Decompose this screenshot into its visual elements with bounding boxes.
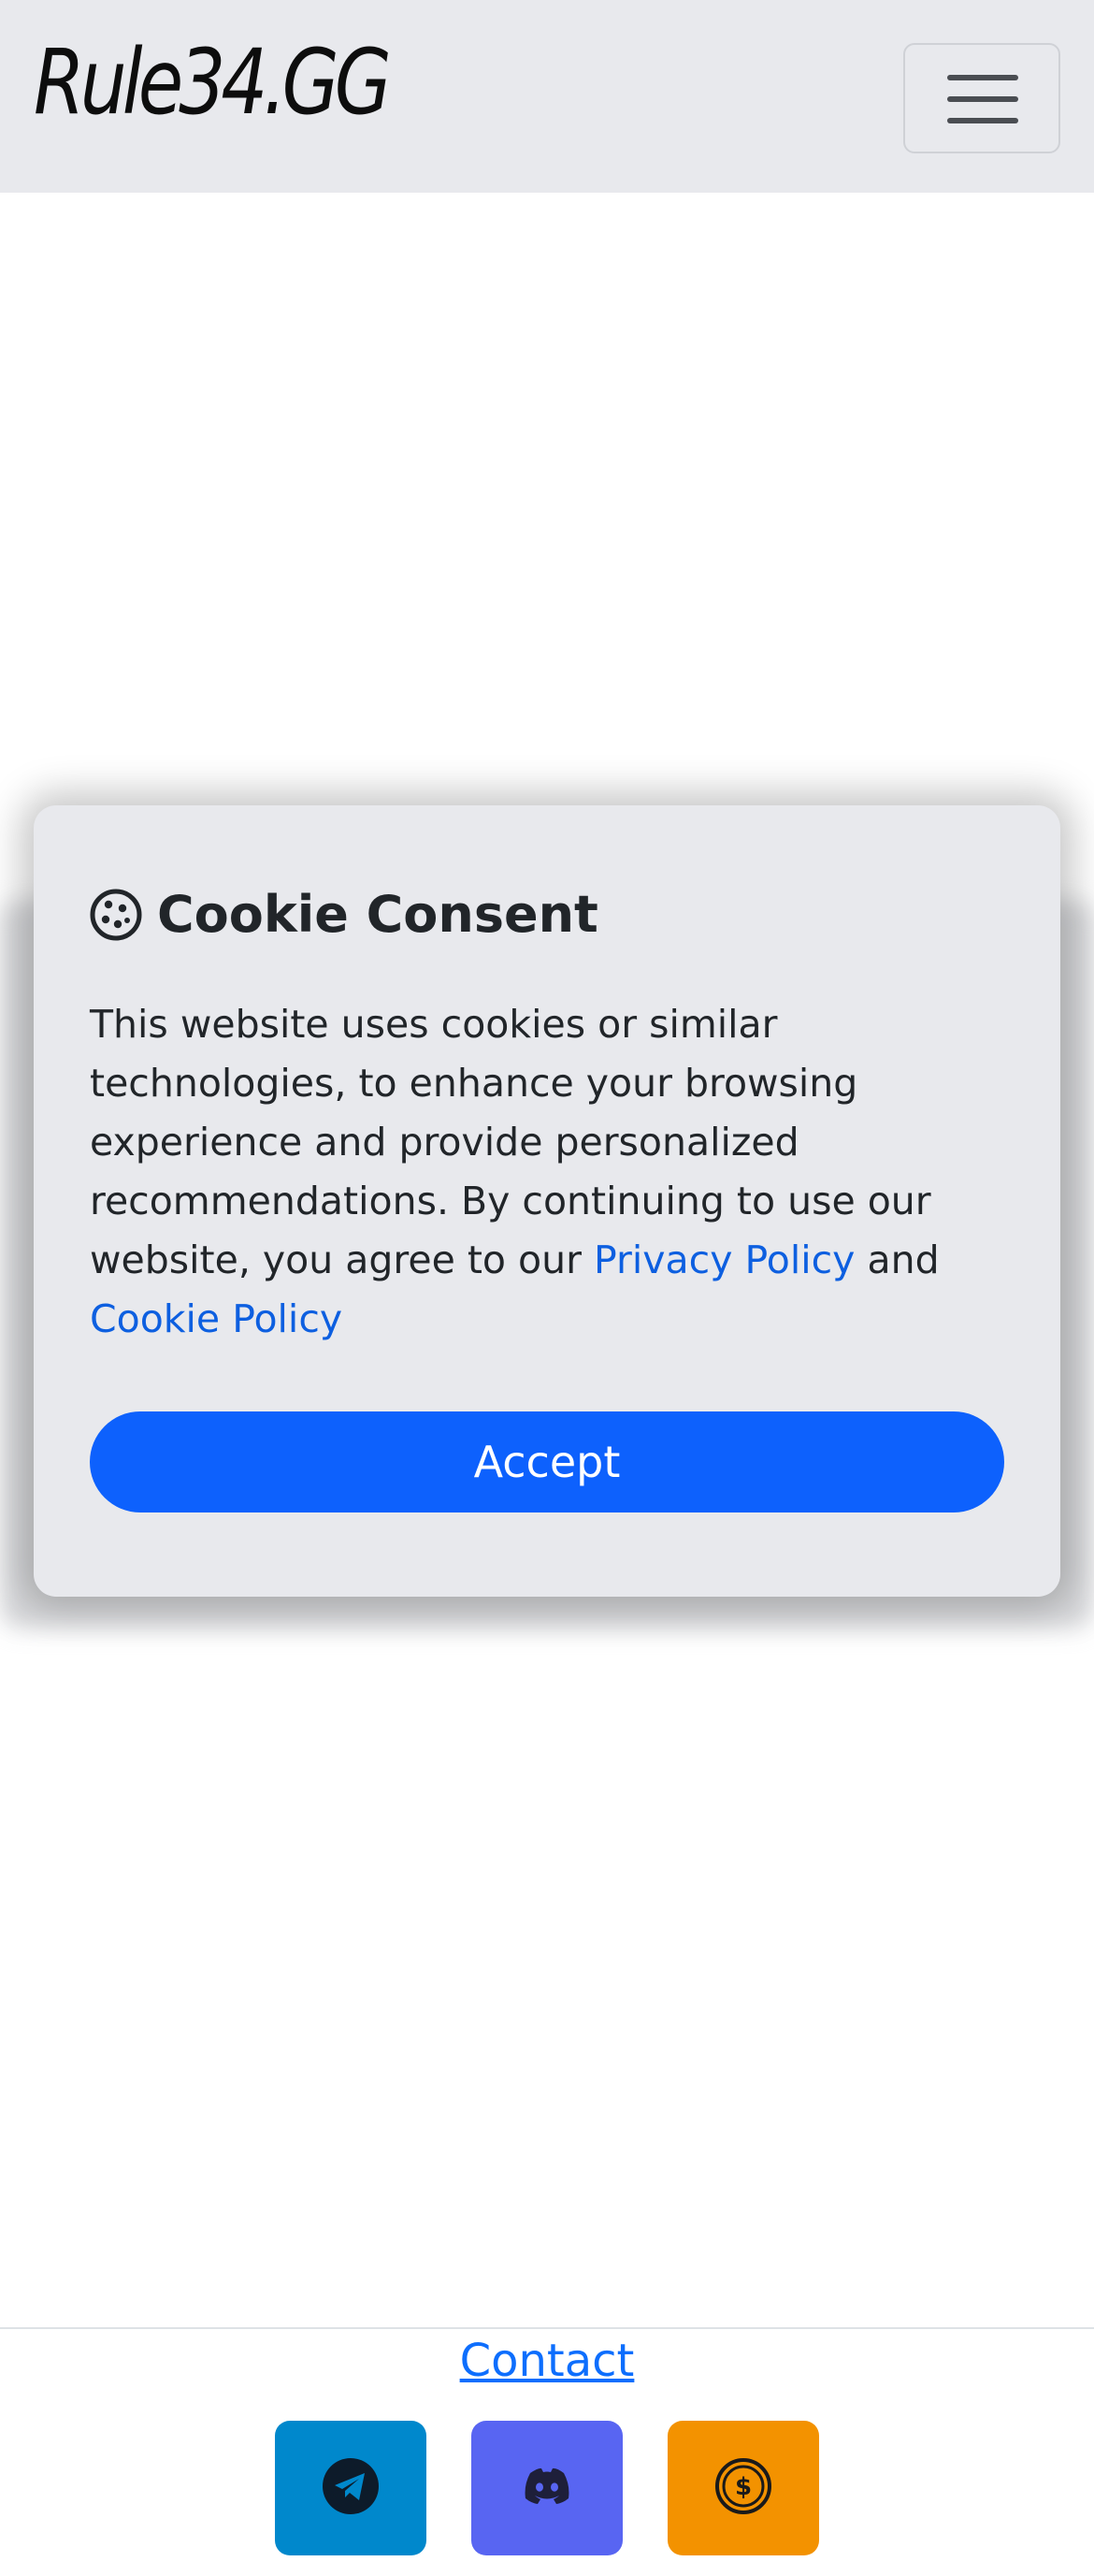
telegram-icon [322,2457,380,2519]
discord-button[interactable] [471,2421,623,2555]
page: Rule34.GG Cookie Consent This website us… [0,0,1094,2576]
site-logo[interactable]: Rule34.GG [34,37,392,127]
cookie-consent-message: This website uses cookies or similar tec… [90,995,1025,1349]
privacy-policy-link[interactable]: Privacy Policy [594,1237,855,1282]
cookie-title-text: Cookie Consent [157,885,598,944]
cookie-icon [90,889,142,941]
menu-toggle-button[interactable] [903,43,1060,153]
cookie-consent-modal: Cookie Consent This website uses cookies… [34,805,1060,1597]
telegram-button[interactable] [275,2421,426,2555]
accept-cookies-button[interactable]: Accept [90,1411,1004,1512]
dollar-coin-icon: $ [714,2457,772,2519]
contact-link[interactable]: Contact [0,2335,1094,2387]
cookie-body-conjunction: and [867,1237,940,1282]
footer: Contact $ [0,2327,1094,2576]
cookie-policy-link[interactable]: Cookie Policy [90,1296,342,1341]
donate-button[interactable]: $ [668,2421,819,2555]
svg-text:$: $ [735,2473,752,2501]
navbar: Rule34.GG [0,0,1094,193]
hamburger-menu-icon [947,73,1018,125]
discord-icon [518,2457,576,2519]
cookie-consent-title: Cookie Consent [90,885,598,944]
